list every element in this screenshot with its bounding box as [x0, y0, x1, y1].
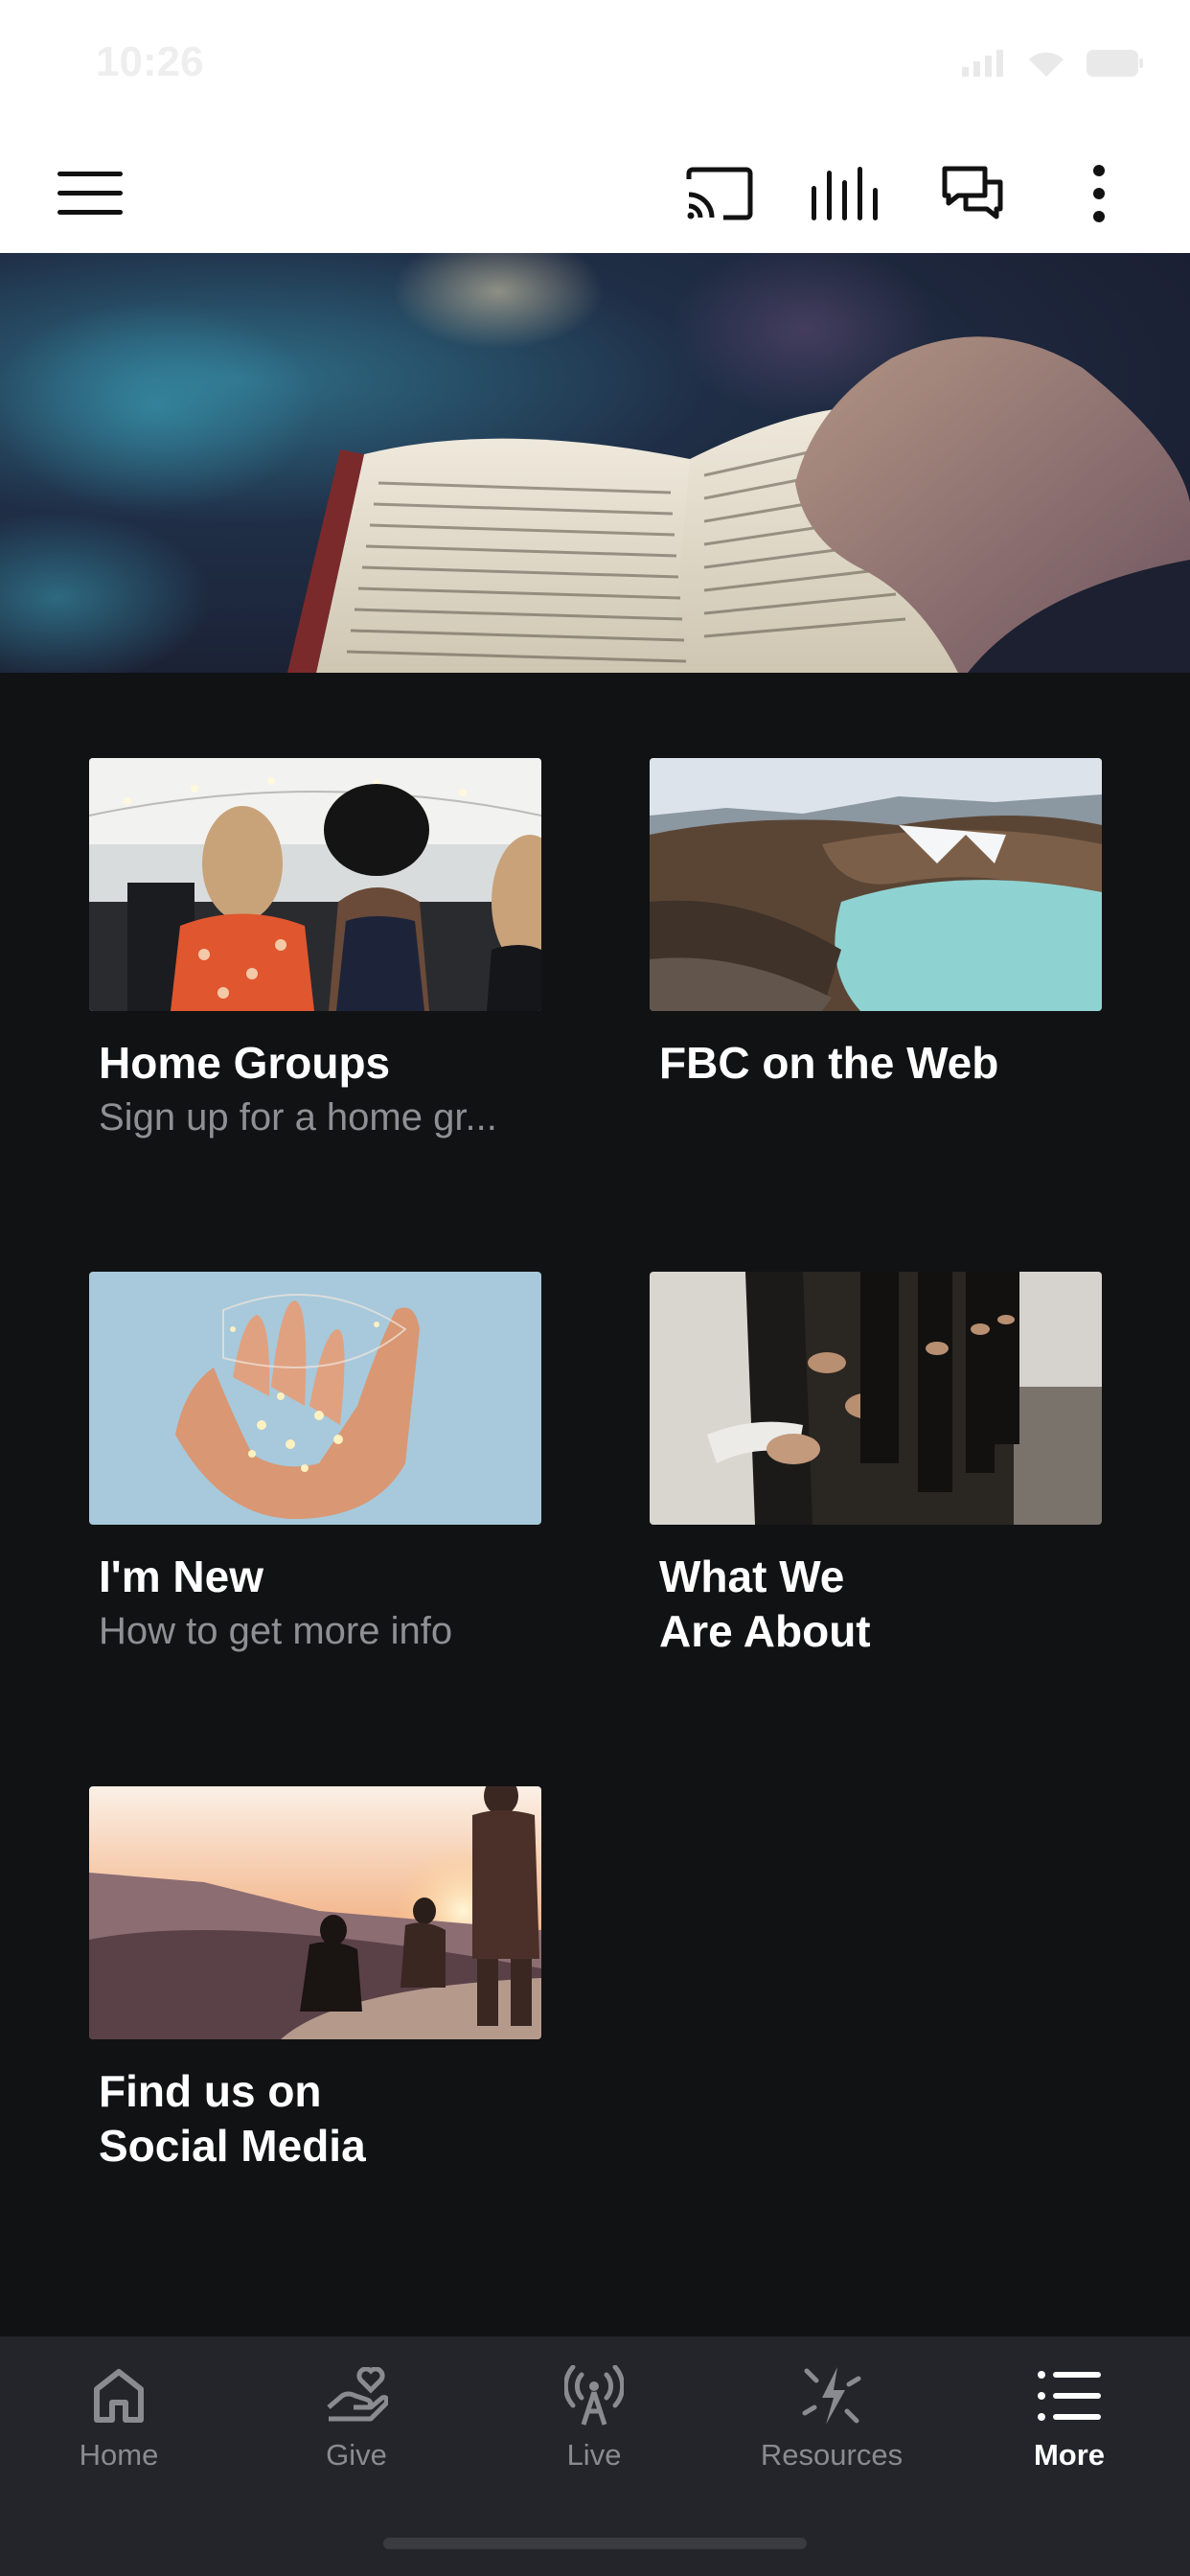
more-options-button[interactable] [1061, 155, 1137, 232]
nav-item-more[interactable]: More [950, 2336, 1188, 2490]
worship-people-image [650, 1272, 1102, 1525]
list-icon [1031, 2358, 1108, 2434]
tile-image-what-we-are-about [650, 1272, 1102, 1525]
tile-subtitle: How to get more info [99, 1610, 453, 1652]
tile-title: I'm New [99, 1552, 263, 1601]
nav-label: More [1033, 2438, 1106, 2472]
nav-label: Home [79, 2438, 159, 2472]
status-icons [962, 50, 1144, 77]
nav-item-home[interactable]: Home [0, 2336, 238, 2490]
tile-im-new[interactable]: I'm New How to get more info [89, 1272, 541, 1656]
nav-item-resources[interactable]: Resources [713, 2336, 950, 2490]
audio-button[interactable] [808, 155, 884, 232]
tile-home-groups[interactable]: Home Groups Sign up for a home gr... [89, 758, 541, 1142]
nav-item-live[interactable]: Live [475, 2336, 713, 2490]
hero-banner [0, 253, 1190, 673]
app-bar [0, 134, 1190, 253]
tile-image-find-us-on-social-media [89, 1786, 541, 2039]
hamburger-menu-icon [57, 172, 123, 215]
more-vertical-icon [1093, 165, 1105, 222]
menu-button[interactable] [52, 155, 128, 232]
wifi-icon [1029, 52, 1064, 77]
tile-image-im-new [89, 1272, 541, 1525]
nav-item-give[interactable]: Give [238, 2336, 475, 2490]
hands-with-lights-image [89, 1272, 541, 1525]
tile-find-us-on-social-media[interactable]: Find us on Social Media [89, 1786, 541, 2174]
tile-title: What We Are About [659, 1552, 871, 1656]
tile-fbc-on-the-web[interactable]: FBC on the Web [650, 758, 1102, 1091]
give-heart-hand-icon [318, 2358, 395, 2434]
nav-label: Resources [760, 2438, 904, 2472]
tile-title: Home Groups [99, 1038, 391, 1088]
status-time: 10:26 [96, 38, 204, 85]
cast-icon [686, 167, 753, 220]
audio-bars-icon [812, 167, 878, 220]
crater-lake-image [650, 758, 1102, 1011]
nav-label: Live [566, 2438, 622, 2472]
signal-icon [962, 50, 1003, 77]
tile-title: Find us on Social Media [99, 2066, 366, 2171]
nav-label: Give [326, 2438, 387, 2472]
sunset-friends-image [89, 1786, 541, 2039]
tile-image-fbc-on-the-web [650, 758, 1102, 1011]
tile-title: FBC on the Web [659, 1038, 999, 1088]
resources-icon [793, 2358, 870, 2434]
home-indicator [383, 2538, 807, 2549]
battery-icon [1087, 50, 1143, 77]
status-bar: 10:26 [0, 0, 1190, 134]
tile-image-home-groups [89, 758, 541, 1011]
open-bible-image [0, 253, 1190, 673]
tile-subtitle: Sign up for a home gr... [99, 1096, 497, 1138]
women-at-gathering-image [89, 758, 541, 1011]
chat-button[interactable] [934, 155, 1011, 232]
chat-bubbles-icon [942, 166, 1003, 219]
cast-button[interactable] [681, 155, 758, 232]
broadcast-antenna-icon [556, 2358, 632, 2434]
home-icon [80, 2358, 157, 2434]
tile-what-we-are-about[interactable]: What We Are About [650, 1272, 1102, 1659]
